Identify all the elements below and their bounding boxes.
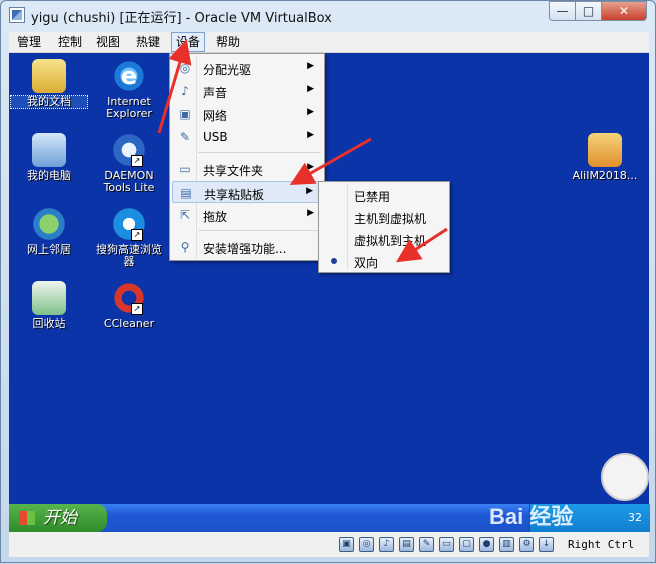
annotation-arrow-devices [157, 39, 192, 134]
annotation-arrow-bidirectional [395, 227, 448, 263]
annotation-arrows [157, 39, 448, 263]
annotation-arrow-clipboard [289, 137, 372, 185]
virtualbox-window: yigu (chushi) [正在运行] - Oracle VM Virtual… [0, 0, 656, 563]
